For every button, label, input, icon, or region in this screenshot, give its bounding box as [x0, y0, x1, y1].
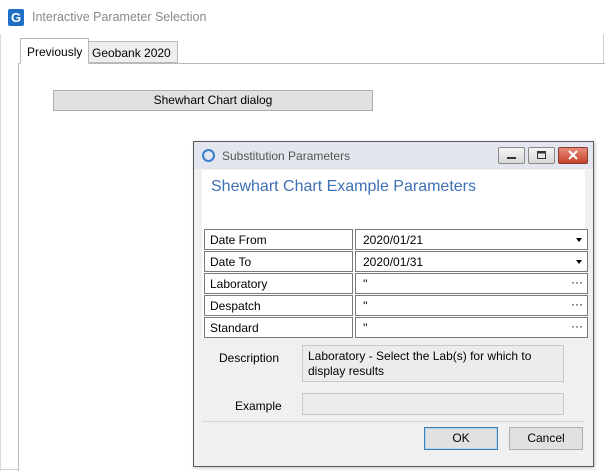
minimize-button[interactable] — [498, 147, 525, 164]
param-label: Despatch — [204, 295, 353, 316]
param-label: Date To — [204, 251, 353, 272]
dropdown-arrow-icon[interactable] — [576, 238, 582, 242]
tab-previously[interactable]: Previously — [20, 38, 90, 64]
footer-divider — [202, 421, 585, 422]
example-label: Example — [235, 399, 282, 413]
param-value-text: 2020/01/31 — [363, 255, 424, 269]
dropdown-arrow-icon[interactable] — [576, 260, 582, 264]
substitution-parameters-dialog: Substitution Parameters Shewhart Chart E… — [193, 141, 594, 467]
laboratory-field[interactable]: '' ··· — [355, 273, 588, 294]
shewhart-chart-dialog-button[interactable]: Shewhart Chart dialog — [53, 90, 373, 111]
despatch-field[interactable]: '' ··· — [355, 295, 588, 316]
description-text: Laboratory - Select the Lab(s) for which… — [302, 345, 564, 382]
maximize-button[interactable] — [528, 147, 555, 164]
ok-button[interactable]: OK — [424, 427, 498, 450]
param-value-text: '' — [363, 277, 368, 291]
dialog-heading: Shewhart Chart Example Parameters — [211, 178, 476, 195]
window-titlebar: G Interactive Parameter Selection — [0, 0, 605, 34]
ellipsis-browse-icon[interactable]: ··· — [571, 296, 583, 313]
close-icon — [559, 148, 587, 163]
tab-geobank-2020[interactable]: Geobank 2020 — [85, 41, 178, 63]
param-row-standard: Standard '' ··· — [204, 317, 589, 338]
param-label: Date From — [204, 229, 353, 250]
cancel-button[interactable]: Cancel — [509, 427, 583, 450]
window-title: Interactive Parameter Selection — [32, 10, 207, 24]
date-from-dropdown[interactable]: 2020/01/21 — [355, 229, 588, 250]
maximize-icon — [529, 148, 554, 163]
param-value-text: '' — [363, 321, 368, 335]
ellipsis-browse-icon[interactable]: ··· — [571, 318, 583, 335]
param-value-text: 2020/01/21 — [363, 233, 424, 247]
param-value-text: '' — [363, 299, 368, 313]
close-button[interactable] — [558, 147, 588, 164]
param-label: Laboratory — [204, 273, 353, 294]
dialog-title: Substitution Parameters — [222, 149, 351, 163]
param-row-laboratory: Laboratory '' ··· — [204, 273, 589, 294]
window-left-border — [0, 34, 1, 471]
ellipsis-browse-icon[interactable]: ··· — [571, 274, 583, 291]
param-label: Standard — [204, 317, 353, 338]
minimize-icon — [499, 148, 524, 163]
dialog-app-icon — [202, 149, 215, 162]
description-label: Description — [219, 351, 280, 365]
dialog-titlebar: Substitution Parameters — [194, 142, 593, 169]
param-row-date-to: Date To 2020/01/31 — [204, 251, 589, 272]
standard-field[interactable]: '' ··· — [355, 317, 588, 338]
app-icon: G — [8, 9, 24, 26]
example-text — [302, 393, 564, 415]
param-row-date-from: Date From 2020/01/21 — [204, 229, 589, 250]
date-to-dropdown[interactable]: 2020/01/31 — [355, 251, 588, 272]
param-row-despatch: Despatch '' ··· — [204, 295, 589, 316]
